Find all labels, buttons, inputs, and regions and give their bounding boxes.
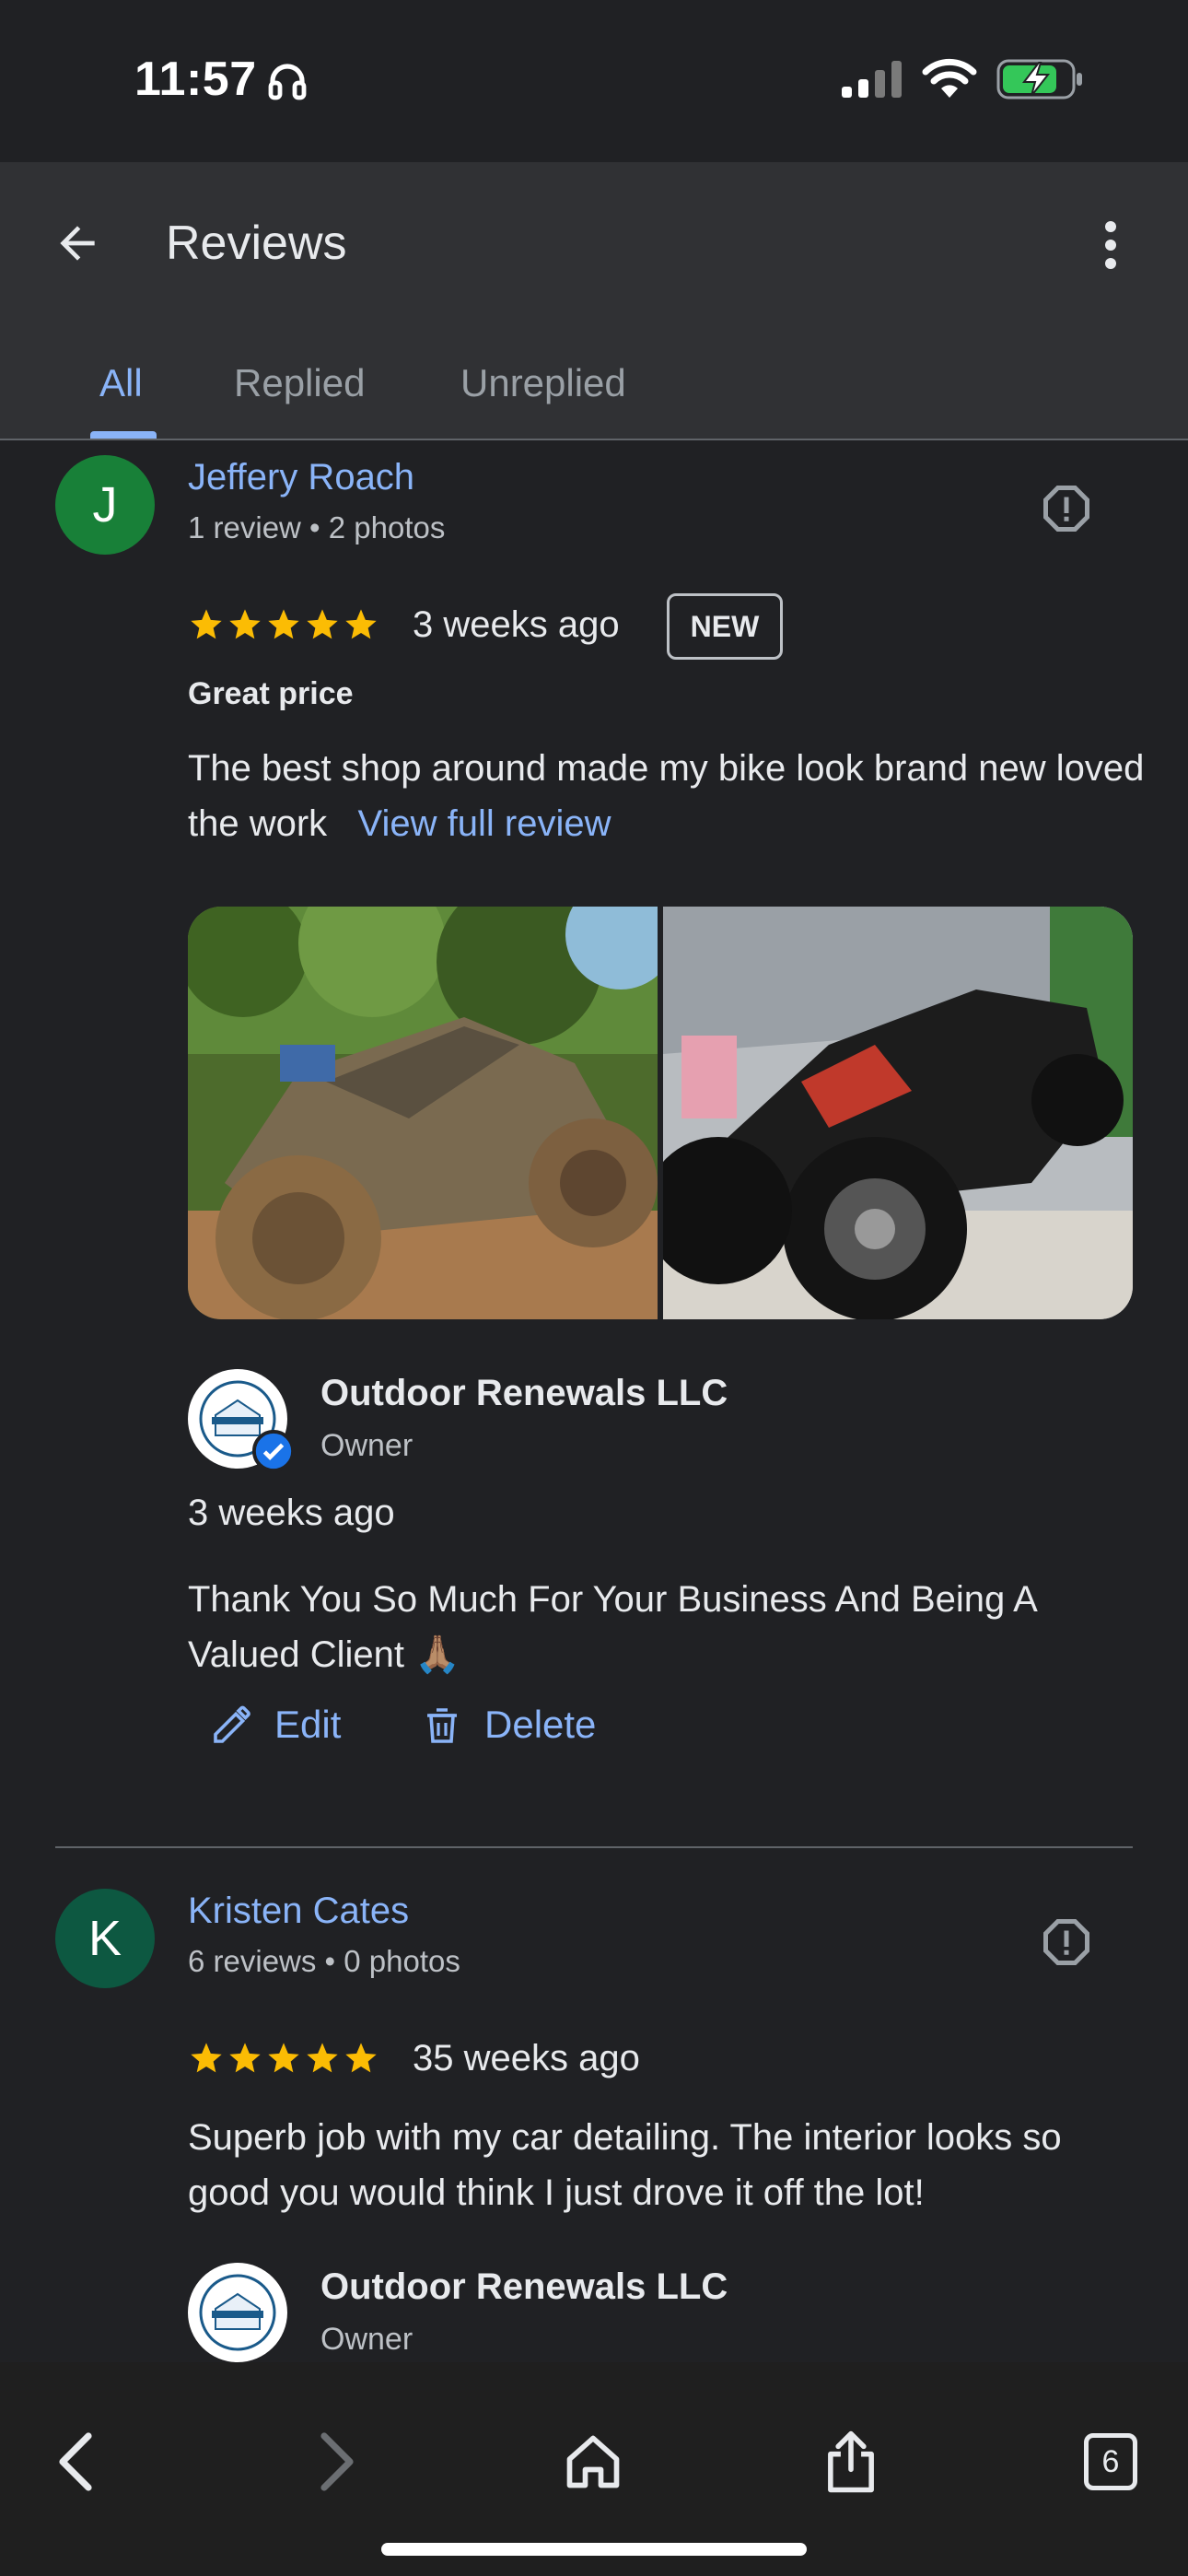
owner-role: Owner [320, 2322, 413, 2357]
tab-replied[interactable]: Replied [234, 326, 365, 440]
more-options-button[interactable] [1083, 208, 1138, 282]
muddy-atv-photo [188, 907, 658, 1319]
reviewer-meta: 6 reviews • 0 photos [188, 1944, 460, 1978]
reviewer-avatar[interactable]: J [55, 455, 155, 555]
review-heading: Great price [188, 676, 354, 711]
report-icon[interactable] [1039, 1914, 1094, 1970]
reviewer-avatar[interactable]: K [55, 1889, 155, 1988]
review-divider [55, 1846, 1133, 1848]
tab-bar: All Replied Unreplied [0, 326, 1188, 440]
trash-icon [427, 1708, 457, 1743]
star-icon [191, 609, 222, 639]
chevron-left-icon [59, 2432, 92, 2491]
star-rating [188, 2038, 379, 2078]
review-time: 35 weeks ago [413, 2038, 640, 2078]
review-time: 3 weeks ago [413, 604, 620, 645]
wifi-icon [922, 58, 977, 98]
tabs-button[interactable]: 6 [1066, 2418, 1155, 2506]
owner-name: Outdoor Renewals LLC [320, 1373, 728, 1413]
active-tab-indicator [90, 431, 157, 439]
back-button[interactable] [44, 210, 111, 276]
new-badge: NEW [667, 593, 783, 660]
star-icon [345, 2043, 377, 2073]
home-button[interactable] [549, 2418, 637, 2506]
reviews-list[interactable]: J Jeffery Roach 1 review • 2 photos 3 we… [0, 442, 1188, 2362]
reviewer-meta: 1 review • 2 photos [188, 510, 446, 544]
review-text: The best shop around made my bike look b… [188, 741, 1146, 851]
star-icon [229, 609, 261, 639]
home-icon [566, 2435, 620, 2488]
owner-logo [188, 1369, 295, 1472]
black-atv-photo [663, 907, 1133, 1319]
share-icon [828, 2430, 874, 2493]
star-icon [345, 609, 377, 639]
reviewer-name[interactable]: Kristen Cates [188, 1891, 409, 1932]
home-indicator [381, 2543, 807, 2556]
review-photo[interactable] [663, 907, 1133, 1319]
business-logo-icon [199, 2274, 276, 2351]
cellular-signal-icon [842, 61, 902, 98]
owner-role: Owner [320, 1428, 413, 1463]
verified-icon [252, 1430, 295, 1472]
edit-pencil-icon [214, 1705, 250, 1743]
star-icon [307, 609, 338, 639]
edit-label: Edit [274, 1703, 342, 1746]
more-vert-icon [1105, 221, 1116, 269]
review-body: The best shop around made my bike look b… [188, 748, 1145, 844]
review-text: Superb job with my car detailing. The in… [188, 2117, 1062, 2213]
reply-text: Thank You So Much For Your Business And … [188, 1579, 1036, 1675]
owner-name: Outdoor Renewals LLC [320, 2266, 728, 2307]
star-icon [268, 2043, 299, 2073]
delete-reply-button[interactable]: Delete [420, 1688, 596, 1762]
reply-time: 3 weeks ago [188, 1493, 395, 1533]
edit-reply-button[interactable]: Edit [210, 1688, 341, 1762]
app-bar: Reviews All Replied Unreplied [0, 162, 1188, 440]
arrow-back-icon [60, 226, 95, 261]
star-icon [268, 609, 299, 639]
review-photo[interactable] [188, 907, 658, 1319]
star-icon [307, 2043, 338, 2073]
star-icon [191, 2043, 222, 2073]
share-button[interactable] [807, 2418, 895, 2506]
page-title: Reviews [166, 217, 347, 270]
tab-all[interactable]: All [99, 326, 143, 440]
chevron-right-icon [320, 2432, 354, 2491]
review-photos [188, 907, 1133, 1319]
view-full-review-link[interactable]: View full review [358, 803, 611, 844]
reviewer-name[interactable]: Jeffery Roach [188, 457, 414, 498]
browser-forward-button[interactable] [291, 2418, 379, 2506]
headphones-icon [268, 64, 307, 100]
status-bar: 11:57 [0, 0, 1188, 162]
owner-logo [188, 2263, 287, 2362]
tab-count: 6 [1084, 2433, 1137, 2490]
battery-charging-icon [996, 59, 1082, 100]
star-icon [229, 2043, 261, 2073]
report-icon[interactable] [1039, 481, 1094, 536]
browser-back-button[interactable] [33, 2418, 122, 2506]
delete-label: Delete [484, 1703, 597, 1746]
tab-unreplied[interactable]: Unreplied [460, 326, 626, 440]
star-rating [188, 604, 379, 645]
status-time: 11:57 [134, 53, 257, 106]
